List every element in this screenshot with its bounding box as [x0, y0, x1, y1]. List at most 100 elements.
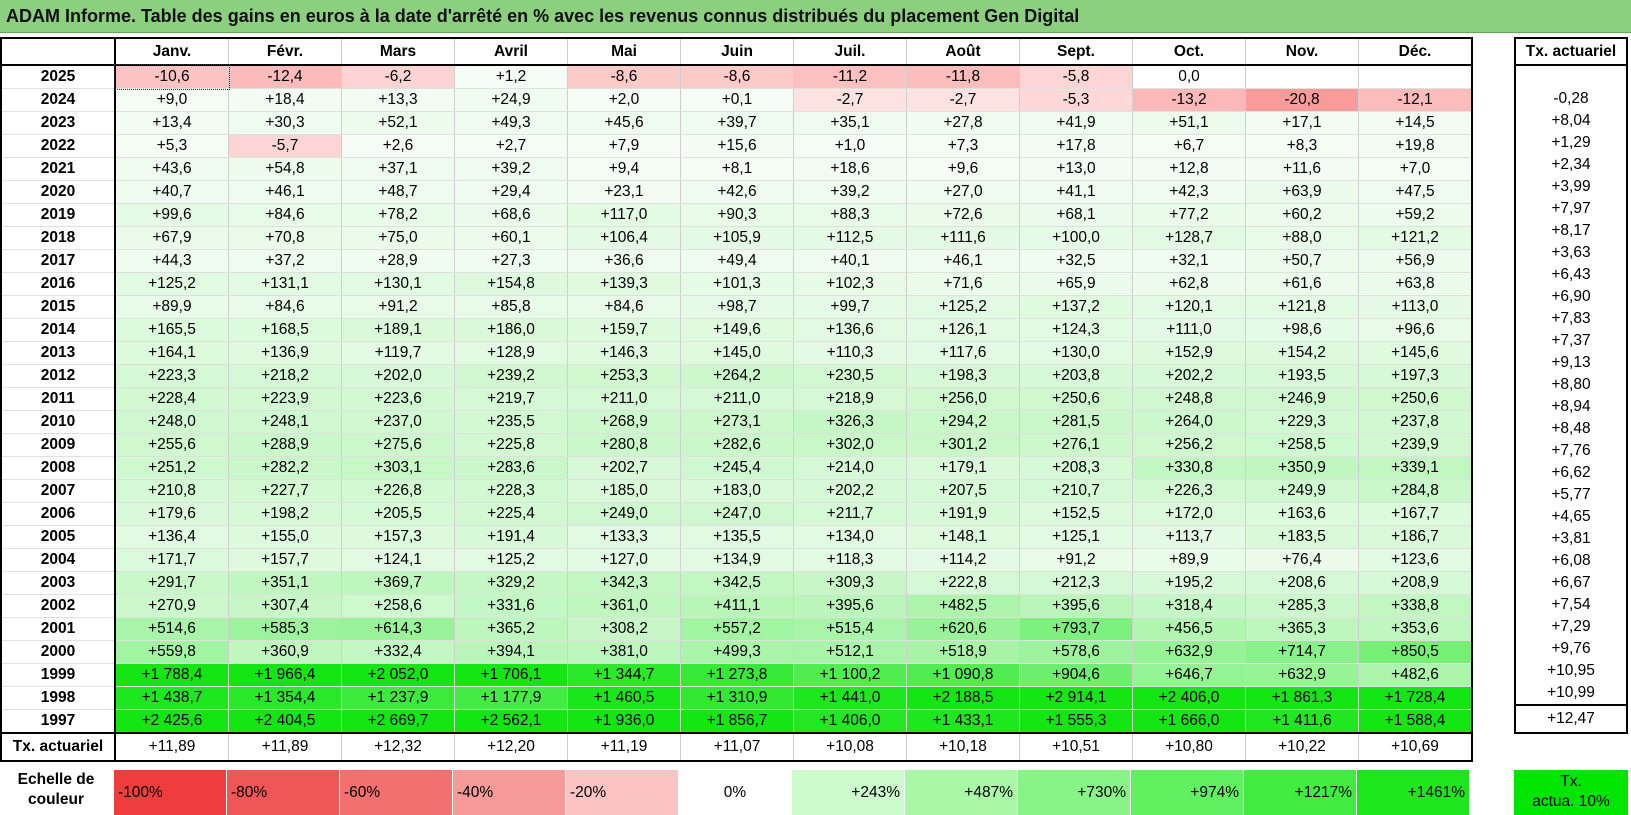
gain-cell: +48,7	[341, 180, 455, 204]
gain-cell: +8,3	[1245, 134, 1359, 158]
gain-cell: +41,9	[1019, 111, 1133, 135]
gain-cell: +113,0	[1358, 295, 1473, 319]
gains-table: Janv. Févr. Mars Avril Mai Juin Juil. Août Sept.…	[0, 37, 1473, 762]
gain-cell: +198,3	[906, 364, 1020, 388]
gain-cell: +124,1	[341, 548, 455, 572]
gain-cell: +202,2	[1132, 364, 1246, 388]
gain-cell: +557,2	[680, 617, 794, 641]
gain-cell: +78,2	[341, 203, 455, 227]
gain-cell: +365,2	[454, 617, 568, 641]
gain-cell: +264,0	[1132, 410, 1246, 434]
gain-cell: +98,7	[680, 295, 794, 319]
gain-cell: +124,3	[1019, 318, 1133, 342]
gain-cell: +46,1	[906, 249, 1020, 273]
gain-cell: +281,5	[1019, 410, 1133, 434]
actuarial-rate-cell: +7,97	[1551, 200, 1591, 217]
table-row: 2023 +13,4 +30,3 +52,1 +49,3 +45,6 +39,7 +35,1 +…	[1, 111, 1473, 135]
color-scale-label-line2: couleur	[28, 791, 84, 808]
gain-cell: +11,6	[1245, 157, 1359, 181]
gain-cell: +186,7	[1358, 525, 1473, 549]
actuarial-legend: Tx. actua. 10%	[1514, 770, 1628, 815]
gain-cell: +46,1	[228, 180, 342, 204]
gain-cell: +258,6	[341, 594, 455, 618]
gain-cell: +17,8	[1019, 134, 1133, 158]
gain-cell: +1 177,9	[454, 686, 568, 710]
gain-cell: +714,7	[1245, 640, 1359, 664]
gain-cell: +253,3	[567, 364, 681, 388]
gain-cell: +167,7	[1358, 502, 1473, 526]
year-cell: 2018	[1, 226, 116, 250]
gain-cell: +1 555,3	[1019, 709, 1133, 734]
gain-cell: +395,6	[793, 594, 907, 618]
gain-cell: +91,2	[341, 295, 455, 319]
table-row: 2011 +228,4 +223,9 +223,6 +219,7 +211,0 +211,0…	[1, 387, 1473, 411]
gain-cell: +61,6	[1245, 272, 1359, 296]
gain-cell: -11,8	[906, 65, 1020, 89]
gain-cell: +19,8	[1358, 134, 1473, 158]
gain-cell: +288,9	[228, 433, 342, 457]
actuarial-rate-cell: +5,77	[1551, 486, 1591, 503]
year-cell: 2001	[1, 617, 116, 641]
gain-cell: +1 666,0	[1132, 709, 1246, 734]
gain-cell: +179,1	[906, 456, 1020, 480]
year-cell: 2010	[1, 410, 116, 434]
actuarial-rate-cell: +7,76	[1551, 442, 1591, 459]
gain-cell: -5,3	[1019, 88, 1133, 112]
gain-cell: +1 090,8	[906, 663, 1020, 687]
color-scale-label-line1: Echelle de	[17, 771, 95, 788]
gain-cell: +50,7	[1245, 249, 1359, 273]
gain-cell: +202,0	[341, 364, 455, 388]
gain-cell: +37,2	[228, 249, 342, 273]
year-cell: 2015	[1, 295, 116, 319]
gain-cell: +191,9	[906, 502, 1020, 526]
gain-cell: +329,2	[454, 571, 568, 595]
gain-cell: +18,6	[793, 157, 907, 181]
gain-cell: +12,8	[1132, 157, 1246, 181]
gain-cell: +110,3	[793, 341, 907, 365]
color-scale-swatch: -40%	[453, 770, 566, 815]
tx-rate-cell: +12,32	[341, 732, 455, 762]
tx-rate-cell: +10,22	[1245, 732, 1359, 762]
gain-cell: +245,4	[680, 456, 794, 480]
gain-cell: +195,2	[1132, 571, 1246, 595]
gain-cell: +49,4	[680, 249, 794, 273]
gain-cell	[1245, 65, 1359, 89]
gain-cell: +37,1	[341, 157, 455, 181]
gain-cell: +246,9	[1245, 387, 1359, 411]
gain-cell: +135,5	[680, 525, 794, 549]
gain-cell: +303,1	[341, 456, 455, 480]
gain-cell: +338,8	[1358, 594, 1473, 618]
gain-cell: +136,4	[114, 525, 229, 549]
tx-rate-cell: +10,69	[1358, 732, 1473, 762]
color-scale-swatch: +974%	[1131, 770, 1244, 815]
gain-cell: +77,2	[1132, 203, 1246, 227]
actuarial-rate-cell: +10,95	[1547, 662, 1595, 679]
gain-cell: +44,3	[114, 249, 229, 273]
gain-cell: -6,2	[341, 65, 455, 89]
gain-cell: +130,0	[1019, 341, 1133, 365]
table-row: 2016 +125,2 +131,1 +130,1 +154,8 +139,3 +101,3…	[1, 272, 1473, 296]
gain-cell: +1,0	[793, 134, 907, 158]
gain-cell: +71,6	[906, 272, 1020, 296]
gain-cell: -2,7	[906, 88, 1020, 112]
gain-cell: +632,9	[1245, 663, 1359, 687]
year-cell: 1999	[1, 663, 116, 687]
gain-cell: +202,2	[793, 479, 907, 503]
gain-cell: +111,6	[906, 226, 1020, 250]
gain-cell: +291,7	[114, 571, 229, 595]
gain-cell: +1 728,4	[1358, 686, 1473, 710]
gain-cell: -2,7	[793, 88, 907, 112]
gain-cell: +250,6	[1019, 387, 1133, 411]
gain-cell: +9,6	[906, 157, 1020, 181]
gain-cell: +96,6	[1358, 318, 1473, 342]
gain-cell: +218,2	[228, 364, 342, 388]
gain-cell: +276,1	[1019, 433, 1133, 457]
gain-cell: +207,5	[906, 479, 1020, 503]
gain-cell: +131,1	[228, 272, 342, 296]
gain-cell: +2 052,0	[341, 663, 455, 687]
gain-cell: +294,2	[906, 410, 1020, 434]
actuarial-rate-cell: +9,76	[1551, 640, 1591, 657]
gain-cell: +351,1	[228, 571, 342, 595]
gain-cell: +1 861,3	[1245, 686, 1359, 710]
year-cell: 2002	[1, 594, 116, 618]
